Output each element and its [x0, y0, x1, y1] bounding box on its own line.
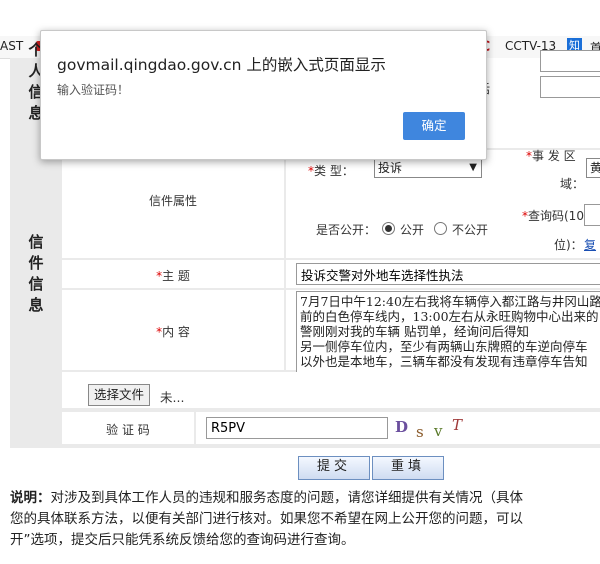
dialog-title: govmail.qingdao.gov.cn 上的嵌入式页面显示: [57, 56, 386, 74]
type-label: *类 型：: [308, 164, 354, 178]
event-area-label: *事 发 区: [526, 149, 576, 163]
captcha-field[interactable]: [206, 417, 388, 439]
subject-field[interactable]: [296, 263, 600, 285]
dialog-message: 输入验证码！: [57, 83, 130, 97]
captcha-char: s: [416, 423, 424, 441]
captcha-char: v: [434, 422, 443, 440]
subject-label: *主 题: [156, 269, 190, 283]
public-yes-radio[interactable]: [382, 222, 395, 235]
event-area-label-2: 域：: [560, 177, 585, 191]
content-textarea[interactable]: 7月7日中午12:40左右我将车辆停入都江路与井冈山路 前的白色停车线内，13:…: [296, 291, 600, 373]
public-label: 是否公开：: [316, 223, 377, 237]
file-status: 未...: [160, 390, 185, 405]
content-line: 警刚刚对我的车辆 贴罚单，经询问后得知: [300, 324, 529, 339]
content-line: 另一侧停车位内，至少有两辆山东牌照的车逆向停车: [300, 339, 588, 354]
dialog-ok-button[interactable]: 确定: [403, 112, 465, 140]
email-field[interactable]: [540, 50, 600, 72]
query-code-copy-link[interactable]: 复: [584, 236, 596, 253]
type-select[interactable]: 投诉 ▼: [374, 158, 482, 178]
content-line: 以外也是本地车，三辆车都没有发现有违章停车告知: [300, 354, 588, 369]
chevron-down-icon: ▼: [469, 162, 477, 173]
note-line: 开”选项，提交后只能凭系统反馈给您的查询码进行查询。: [10, 532, 355, 548]
section-letter-info: 信 件 信 息: [28, 233, 44, 314]
note-title: 说明：: [10, 490, 51, 506]
query-code-label: *查询码(10: [522, 209, 584, 223]
captcha-char: T: [452, 416, 463, 434]
query-code-label-2: 位)：: [554, 238, 583, 252]
choose-file-button[interactable]: 选择文件: [88, 384, 151, 406]
alert-dialog: govmail.qingdao.gov.cn 上的嵌入式页面显示 输入验证码！ …: [40, 30, 487, 160]
instructions-note: 说明：对涉及到具体工作人员的违规和服务态度的问题，请您详细提供有关情况（具体 您…: [10, 488, 600, 551]
public-yes-label: 公开: [400, 223, 425, 237]
letter-attr-label: 信件属性: [148, 194, 197, 208]
reset-button[interactable]: 重填: [372, 456, 444, 480]
content-line: 前的白色停车线内，13:00左右从永旺购物中心出来的: [300, 309, 599, 324]
content-line: 7月7日中午12:40左右我将车辆停入都江路与井冈山路: [300, 294, 600, 309]
content-label: *内 容: [156, 325, 190, 339]
captcha-label: 验 证 码: [106, 423, 150, 437]
phone-field[interactable]: [540, 76, 600, 98]
captcha-image[interactable]: D s v T: [392, 414, 472, 441]
submit-button[interactable]: 提交: [298, 456, 370, 480]
event-area-select[interactable]: 黄: [586, 158, 600, 178]
public-no-radio[interactable]: [434, 222, 447, 235]
query-code-field[interactable]: [584, 204, 600, 226]
note-line: 您的具体联系方法，以便有关部门进行核对。如果您不希望在网上公开您的问题，可以: [10, 511, 523, 527]
public-no-label: 不公开: [452, 223, 489, 237]
note-line: 对涉及到具体工作人员的违规和服务态度的问题，请您详细提供有关情况（具体: [50, 490, 524, 506]
captcha-char: D: [395, 418, 409, 436]
